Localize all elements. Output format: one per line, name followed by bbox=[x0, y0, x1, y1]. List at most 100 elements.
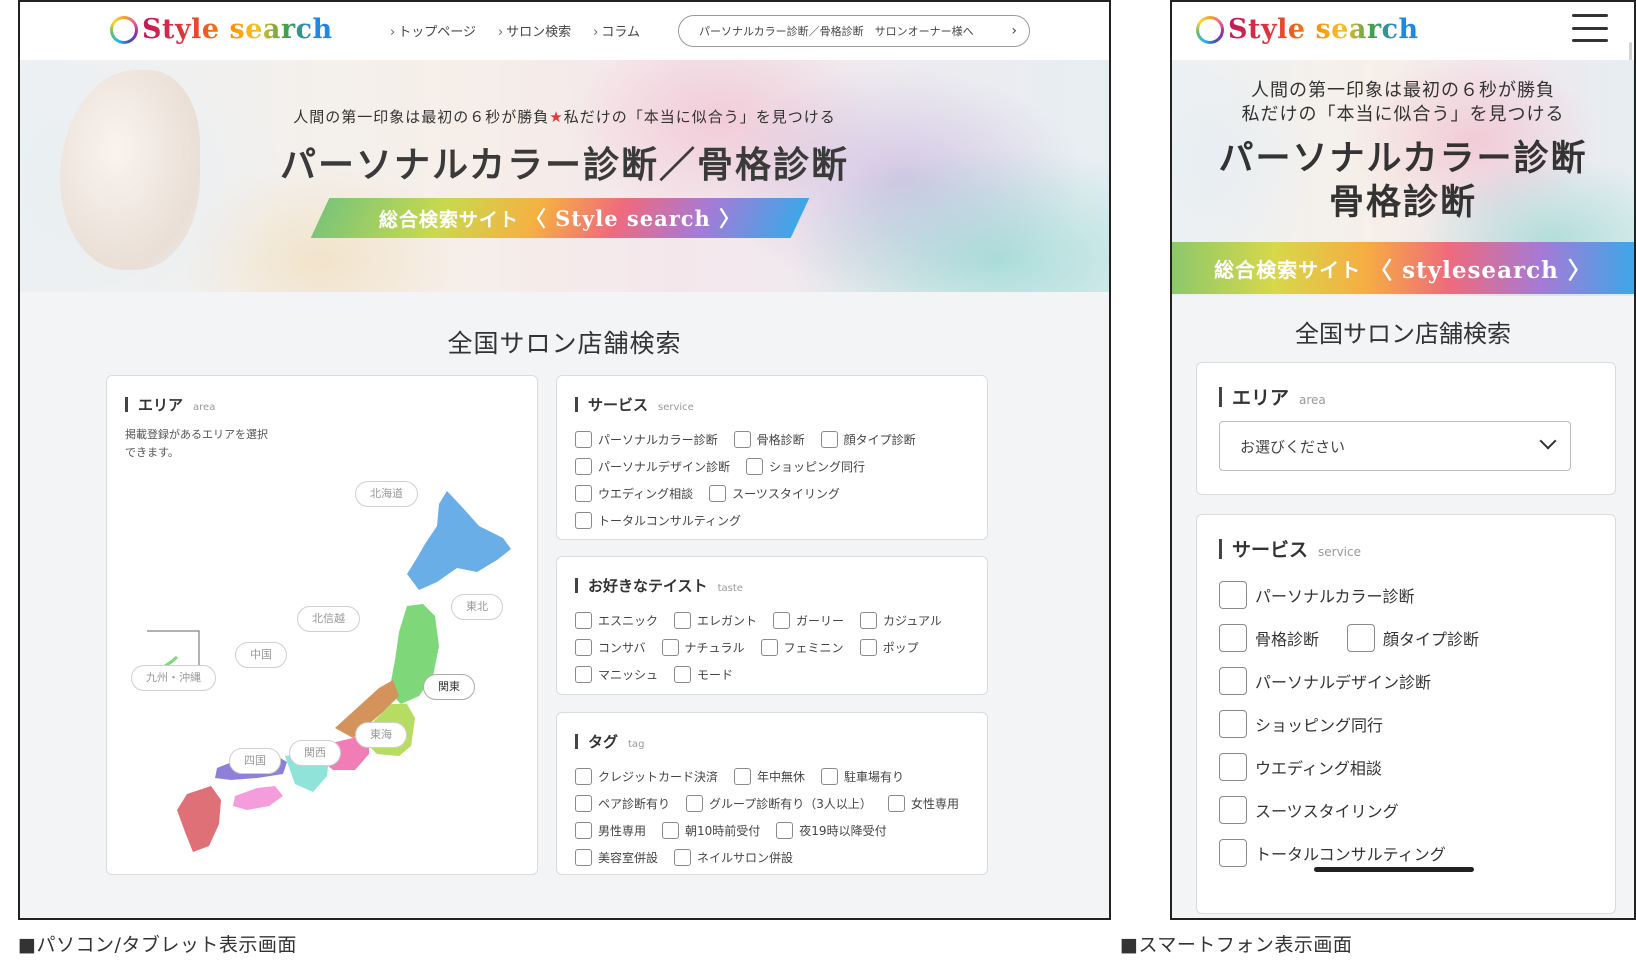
checkbox-option[interactable]: 骨格診断 bbox=[1219, 623, 1319, 652]
checkbox-option[interactable]: エスニック bbox=[575, 612, 658, 629]
checkbox-option[interactable]: パーソナルデザイン診断 bbox=[575, 458, 730, 475]
checkbox[interactable] bbox=[760, 639, 778, 656]
checkbox-option[interactable]: 年中無休 bbox=[734, 768, 805, 785]
checkbox-option[interactable]: トータルコンサルティング bbox=[1219, 838, 1446, 867]
checkbox-option[interactable]: コンサバ bbox=[575, 639, 646, 656]
checkbox[interactable] bbox=[575, 612, 592, 629]
salon-owner-link[interactable]: パーソナルカラー診断／骨格診断 サロンオーナー様へ › bbox=[678, 15, 1030, 47]
checkbox[interactable] bbox=[887, 795, 905, 812]
checkbox-option[interactable]: パーソナルカラー診断 bbox=[1219, 580, 1415, 609]
checkbox[interactable] bbox=[734, 768, 752, 785]
checkbox[interactable] bbox=[674, 849, 692, 866]
home-indicator[interactable] bbox=[1314, 867, 1474, 872]
checkbox[interactable] bbox=[575, 768, 592, 785]
checkbox-option[interactable]: ショッピング同行 bbox=[1219, 709, 1383, 738]
checkbox-option[interactable]: ウエディング相談 bbox=[575, 485, 693, 502]
checkbox[interactable] bbox=[709, 485, 727, 502]
region-pill-tokai[interactable]: 東海 bbox=[355, 722, 407, 748]
logo-text: Style search bbox=[1228, 14, 1419, 45]
checkbox[interactable] bbox=[1219, 580, 1247, 609]
region-pill-kansai[interactable]: 関西 bbox=[289, 740, 341, 766]
region-pill-kanto[interactable]: 関東 bbox=[423, 674, 475, 700]
checkbox-option[interactable]: フェミニン bbox=[760, 639, 844, 656]
checkbox[interactable] bbox=[575, 458, 592, 475]
region-kyushu[interactable] bbox=[177, 786, 221, 852]
region-hokkaido[interactable] bbox=[407, 491, 511, 590]
checkbox-option[interactable]: マニッシュ bbox=[575, 666, 658, 683]
checkbox-option[interactable]: モード bbox=[674, 666, 733, 683]
checkbox[interactable] bbox=[575, 485, 592, 502]
checkbox-option[interactable]: 駐車場有り bbox=[821, 768, 904, 785]
mobile-logo[interactable]: Style search bbox=[1196, 14, 1419, 45]
checkbox[interactable] bbox=[1219, 795, 1247, 824]
region-pill-shikoku[interactable]: 四国 bbox=[229, 748, 281, 774]
checkbox[interactable] bbox=[575, 822, 592, 839]
checkbox[interactable] bbox=[1219, 752, 1247, 781]
checkbox-option[interactable]: 美容室併設 bbox=[575, 849, 658, 866]
checkbox-option[interactable]: カジュアル bbox=[860, 612, 942, 629]
checkbox-option[interactable]: クレジットカード決済 bbox=[575, 768, 718, 785]
region-pill-hokkaido[interactable]: 北海道 bbox=[355, 481, 418, 507]
checkbox[interactable] bbox=[776, 822, 794, 839]
checkbox[interactable] bbox=[674, 666, 692, 683]
checkbox-option[interactable]: 女性専用 bbox=[887, 795, 959, 812]
checkbox-option[interactable]: 男性専用 bbox=[575, 822, 646, 839]
checkbox[interactable] bbox=[773, 612, 791, 629]
checkbox[interactable] bbox=[575, 431, 592, 448]
checkbox-option[interactable]: パーソナルカラー診断 bbox=[575, 431, 718, 448]
mobile-service-heading: サービス service bbox=[1219, 535, 1361, 562]
region-pill-tohoku[interactable]: 東北 bbox=[451, 594, 503, 620]
checkbox-option[interactable]: ナチュラル bbox=[661, 639, 745, 656]
checkbox-option[interactable]: ウエディング相談 bbox=[1219, 752, 1382, 781]
checkbox[interactable] bbox=[575, 512, 592, 529]
checkbox-option[interactable]: ガーリー bbox=[773, 612, 844, 629]
mobile-service-card: サービス service パーソナルカラー診断 骨格診断 顔タイプ診断パーソナルデザ… bbox=[1196, 514, 1616, 914]
checkbox[interactable] bbox=[1219, 709, 1247, 738]
checkbox[interactable] bbox=[662, 822, 680, 839]
checkbox-option[interactable]: パーソナルデザイン診断 bbox=[1219, 666, 1431, 695]
region-shikoku[interactable] bbox=[233, 786, 283, 810]
checkbox[interactable] bbox=[575, 795, 592, 812]
checkbox[interactable] bbox=[661, 639, 679, 656]
checkbox[interactable] bbox=[821, 768, 839, 785]
nav-column[interactable]: コラム bbox=[593, 21, 640, 40]
nav-top-page[interactable]: トップページ bbox=[390, 21, 476, 40]
checkbox-option[interactable]: トータルコンサルティング bbox=[575, 512, 741, 529]
checkbox[interactable] bbox=[860, 612, 878, 629]
checkbox[interactable] bbox=[1347, 623, 1376, 652]
checkbox[interactable] bbox=[859, 639, 877, 656]
checkbox-option[interactable]: ペア診断有り bbox=[575, 795, 670, 812]
checkbox-option[interactable]: ショッピング同行 bbox=[746, 458, 865, 475]
checkbox-option[interactable]: ポップ bbox=[859, 639, 919, 656]
region-pill-kyushu-okinawa[interactable]: 九州・沖縄 bbox=[131, 665, 216, 691]
checkbox[interactable] bbox=[733, 431, 751, 448]
checkbox-option[interactable]: ネイルサロン併設 bbox=[674, 849, 793, 866]
nav-salon-search[interactable]: サロン検索 bbox=[498, 21, 571, 40]
checkbox[interactable] bbox=[820, 431, 838, 448]
checkbox-option[interactable]: 顔タイプ診断 bbox=[820, 431, 916, 448]
checkbox[interactable] bbox=[686, 795, 704, 812]
checkbox[interactable] bbox=[746, 458, 764, 475]
checkbox[interactable] bbox=[575, 639, 592, 656]
service-label: サービス bbox=[588, 396, 649, 414]
checkbox-option[interactable]: 朝10時前受付 bbox=[662, 822, 760, 839]
checkbox[interactable] bbox=[575, 666, 592, 683]
checkbox-option[interactable]: グループ診断有り（3人以上） bbox=[686, 795, 872, 812]
region-pill-hokushinetsu[interactable]: 北信越 bbox=[297, 606, 360, 632]
checkbox-option[interactable]: エレガント bbox=[674, 612, 757, 629]
area-select[interactable]: お選びください bbox=[1219, 421, 1571, 471]
checkbox[interactable] bbox=[1219, 623, 1247, 652]
checkbox[interactable] bbox=[575, 849, 592, 866]
region-pill-chugoku[interactable]: 中国 bbox=[235, 642, 287, 668]
checkbox-option[interactable]: スーツスタイリング bbox=[709, 485, 840, 502]
checkbox-option[interactable]: 骨格診断 bbox=[733, 431, 805, 448]
checkbox[interactable] bbox=[1219, 666, 1247, 695]
checkbox[interactable] bbox=[674, 612, 692, 629]
checkbox[interactable] bbox=[1219, 838, 1247, 867]
checkbox-option[interactable]: スーツスタイリング bbox=[1219, 795, 1399, 824]
checkbox-option[interactable]: 夜19時以降受付 bbox=[776, 822, 887, 839]
site-logo[interactable]: Style search bbox=[110, 14, 333, 45]
hamburger-menu-icon[interactable] bbox=[1572, 14, 1608, 42]
checkbox-option[interactable]: 顔タイプ診断 bbox=[1347, 623, 1479, 652]
logo-text: Style search bbox=[142, 14, 333, 45]
